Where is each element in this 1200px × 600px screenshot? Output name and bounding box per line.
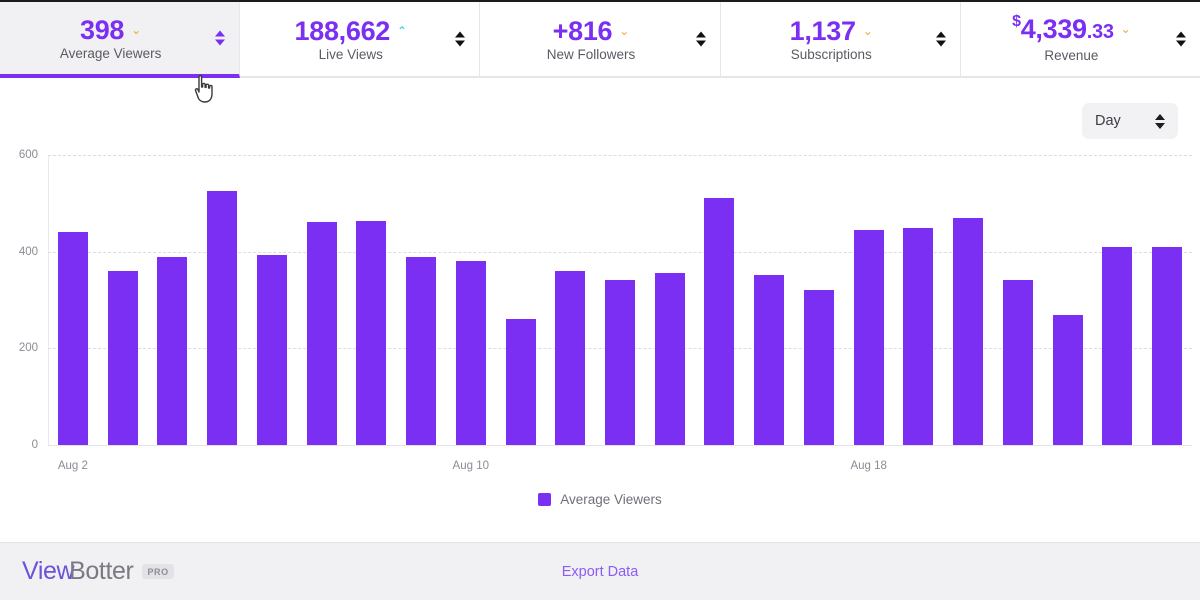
chart-plot-area [48,155,1192,446]
bar[interactable] [1102,247,1133,445]
bar[interactable] [306,222,337,445]
x-axis-ticks: Aug 2Aug 10Aug 18Aug 26 [48,460,1192,480]
brand-name-secondary: Botter [69,557,134,585]
stat-card-live-views[interactable]: 188,662 ⌃ Live Views [240,2,481,78]
stat-stepper-3[interactable] [935,31,946,47]
stat-stepper-1[interactable] [455,31,466,47]
bar[interactable] [704,198,735,445]
mouse-cursor-pointer [192,74,218,104]
bar[interactable] [406,257,437,445]
stat-card-average-viewers[interactable]: 398 ⌄ Average Viewers [0,2,241,78]
stat-card-subscriptions[interactable]: 1,137 ⌄ Subscriptions [720,2,961,78]
period-select[interactable]: Day [1082,103,1178,139]
bar[interactable] [853,230,884,445]
stat-value: $4,339.33 [1012,13,1114,45]
stat-value: 398 [79,14,125,45]
stat-label: New Followers [546,46,636,62]
analytics-dashboard: 398 ⌄ Average Viewers 188,662 ⌃ Live Views +81… [0,0,1200,600]
currency-symbol: $ [1012,13,1021,30]
bar[interactable] [256,254,287,445]
cents-value: .33 [1086,21,1114,43]
stat-value: +816 [552,15,613,46]
stat-card-new-followers[interactable]: +816 ⌄ New Followers [480,2,721,78]
bar[interactable] [803,289,834,445]
gridline-0 [48,445,1192,446]
y-axis-label: 0 [31,439,38,451]
chart-legend: Average Viewers [0,492,1200,507]
stat-card-revenue[interactable]: $4,339.33 ⌄ Revenue [960,2,1200,78]
bar-series [48,155,1192,445]
y-axis-label: 400 [18,245,38,258]
bar[interactable] [1052,314,1083,445]
legend-swatch-icon [538,493,552,506]
bar[interactable] [207,191,238,445]
stats-tab-bar: 398 ⌄ Average Viewers 188,662 ⌃ Live Views +81… [0,0,1200,78]
chevron-down-icon: ⌄ [131,22,142,37]
chevron-down-icon: ⌄ [1120,22,1131,36]
stat-stepper-2[interactable] [695,31,706,47]
bar[interactable] [754,274,785,445]
bar[interactable] [1152,247,1183,445]
stat-value: 1,137 [789,15,856,46]
x-axis-label: Aug 18 [850,460,887,472]
bar[interactable] [1002,280,1033,445]
brand-logo: View Botter PRO [22,557,174,586]
bar[interactable] [605,280,635,445]
bar[interactable] [356,221,387,445]
y-axis-label: 600 [18,149,38,161]
stat-stepper-0[interactable] [215,30,226,46]
stat-label: Revenue [1044,48,1099,63]
stat-value: 188,662 [294,15,391,46]
stat-stepper-4[interactable] [1176,31,1187,47]
brand-name-primary: View [22,557,75,585]
bar[interactable] [654,272,685,445]
chevron-down-icon: ⌄ [862,23,873,38]
x-axis-label: Aug 2 [57,460,88,472]
footer-bar: View Botter PRO Export Data [0,542,1200,600]
chevron-up-icon: ⌃ [397,23,408,38]
bar[interactable] [953,217,984,445]
average-viewers-bar-chart: 0200400600 Aug 2Aug 10Aug 18Aug 26 Avera… [0,140,1200,535]
bar[interactable] [157,256,188,445]
export-data-link[interactable]: Export Data [562,564,639,580]
stat-label: Average Viewers [59,45,162,61]
stat-label: Live Views [318,46,383,62]
legend-label: Average Viewers [560,492,662,507]
stat-label: Subscriptions [790,46,872,62]
stepper-updown-icon [1155,113,1165,129]
bar[interactable] [555,271,586,445]
bar[interactable] [455,260,486,445]
x-axis-label: Aug 10 [452,460,490,472]
bar[interactable] [107,271,138,445]
bar[interactable] [505,318,536,445]
y-axis-label: 200 [18,342,38,355]
chevron-down-icon: ⌄ [619,23,630,38]
bar[interactable] [57,232,88,445]
pro-badge: PRO [142,564,174,579]
period-select-value: Day [1095,113,1121,129]
bar[interactable] [903,227,934,445]
